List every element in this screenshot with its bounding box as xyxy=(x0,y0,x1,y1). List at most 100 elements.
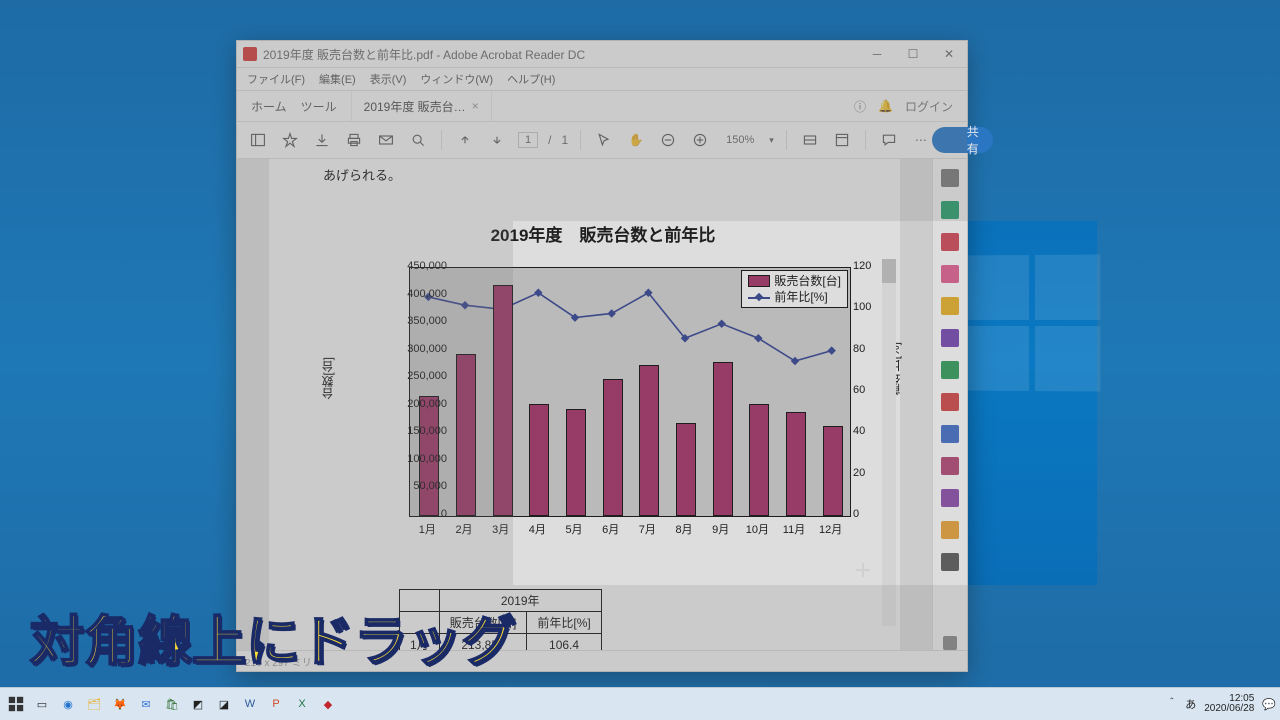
zoom-out-icon[interactable] xyxy=(657,129,679,151)
ytick-left: 50,000 xyxy=(391,480,447,492)
ytick-left: 250,000 xyxy=(391,370,447,382)
bar xyxy=(786,412,806,516)
acrobat-taskbar-icon[interactable]: ◆ xyxy=(316,692,340,716)
share-icon: 👤 xyxy=(946,133,961,147)
powerpoint-icon[interactable]: P xyxy=(264,692,288,716)
rail-redact-icon[interactable] xyxy=(941,393,959,411)
menu-window[interactable]: ウィンドウ(W) xyxy=(420,71,493,87)
mail-icon[interactable]: ✉ xyxy=(134,692,158,716)
login-link[interactable]: ログイン xyxy=(905,98,953,115)
windows-taskbar[interactable]: ▭ ◉ 🗂 🦊 ✉ 🛍 ◩ ◪ W P X ◆ ＾ あ 12:05 2020/0… xyxy=(0,687,1280,720)
bell-icon[interactable]: 🔔 xyxy=(878,99,893,113)
bar xyxy=(676,423,696,516)
menu-help[interactable]: ヘルプ(H) xyxy=(507,71,555,87)
store-icon[interactable]: 🛍 xyxy=(160,692,184,716)
rail-compress-icon[interactable] xyxy=(941,457,959,475)
page-total: 1 xyxy=(561,133,568,147)
page-down-icon[interactable] xyxy=(486,129,508,151)
more-icon[interactable]: ⋯ xyxy=(910,129,932,151)
zoom-in-icon[interactable] xyxy=(689,129,711,151)
read-mode-icon[interactable] xyxy=(831,129,853,151)
taskbar-clock[interactable]: 12:05 2020/06/28 xyxy=(1204,694,1254,715)
bar xyxy=(456,354,476,516)
tab-tools[interactable]: ツール xyxy=(301,98,337,115)
xtick: 11月 xyxy=(779,521,809,537)
bar xyxy=(493,285,513,516)
xtick: 3月 xyxy=(486,521,516,537)
tray-ime-icon[interactable]: あ xyxy=(1185,696,1196,712)
y-axis-left-label: 台数[台] xyxy=(319,357,336,400)
acrobat-window: 2019年度 販売台数と前年比.pdf - Adobe Acrobat Read… xyxy=(236,40,968,672)
excel-icon[interactable]: X xyxy=(290,692,314,716)
rail-create-pdf-icon[interactable] xyxy=(941,233,959,251)
action-center-icon[interactable]: 💬 xyxy=(1262,698,1276,711)
start-button[interactable] xyxy=(4,692,28,716)
chart-title: 2019年度 販売台数と前年比 xyxy=(313,221,893,246)
snapshot-selection[interactable]: 2019年度 販売台数と前年比 台数[台] 前年比[%] 販売台数[台] 前年比… xyxy=(313,207,893,567)
mail-icon[interactable] xyxy=(375,129,397,151)
pin-icon-2[interactable]: ◪ xyxy=(212,692,236,716)
xtick: 2月 xyxy=(449,521,479,537)
explorer-icon[interactable]: 🗂 xyxy=(82,692,106,716)
fit-width-icon[interactable] xyxy=(799,129,821,151)
document-tab-close-icon[interactable]: × xyxy=(472,99,479,113)
bar xyxy=(566,409,586,516)
xtick: 7月 xyxy=(632,521,662,537)
page-up-icon[interactable] xyxy=(454,129,476,151)
sidebar-toggle-icon[interactable] xyxy=(247,129,269,151)
rail-organize-icon[interactable] xyxy=(941,361,959,379)
rail-search-icon[interactable] xyxy=(941,169,959,187)
rail-fill-sign-icon[interactable] xyxy=(941,489,959,507)
zoom-dropdown-icon[interactable]: ▾ xyxy=(769,135,774,146)
page-viewport[interactable]: あげられる。 2019年度 販売台数と前年比 台数[台] 前年比[%] 販売台数… xyxy=(237,159,932,650)
hand-tool-icon[interactable]: ✋ xyxy=(625,129,647,151)
menu-view[interactable]: 表示(V) xyxy=(370,71,407,87)
taskview-icon[interactable]: ▭ xyxy=(30,692,54,716)
page-current[interactable]: 1 xyxy=(518,132,538,148)
star-icon[interactable] xyxy=(279,129,301,151)
zoom-value[interactable]: 150% xyxy=(721,131,759,149)
bar xyxy=(823,426,843,516)
rail-combine-icon[interactable] xyxy=(941,329,959,347)
ytick-left: 350,000 xyxy=(391,315,447,327)
maximize-button[interactable]: ☐ xyxy=(895,41,931,67)
menu-edit[interactable]: 編集(E) xyxy=(319,71,356,87)
rail-comment-icon[interactable] xyxy=(941,297,959,315)
comment-icon[interactable] xyxy=(878,129,900,151)
rail-export-pdf-icon[interactable] xyxy=(941,201,959,219)
tutorial-caption: 対角線上にドラッグ xyxy=(30,597,516,676)
search-icon[interactable] xyxy=(407,129,429,151)
firefox-icon[interactable]: 🦊 xyxy=(108,692,132,716)
bar xyxy=(529,404,549,516)
minimize-button[interactable]: ─ xyxy=(859,41,895,67)
edge-icon[interactable]: ◉ xyxy=(56,692,80,716)
tab-home[interactable]: ホーム xyxy=(251,98,287,115)
rail-collapse-icon[interactable] xyxy=(943,636,957,650)
ytick-right: 60 xyxy=(853,384,865,396)
xtick: 5月 xyxy=(559,521,589,537)
clock-date: 2020/06/28 xyxy=(1204,704,1254,715)
menu-file[interactable]: ファイル(F) xyxy=(247,71,305,87)
tray-chevron-icon[interactable]: ＾ xyxy=(1166,696,1177,712)
help-icon[interactable]: ⓘ xyxy=(854,98,866,115)
share-button[interactable]: 👤 共有 xyxy=(932,127,993,153)
rail-protect-icon[interactable] xyxy=(941,425,959,443)
save-icon[interactable] xyxy=(311,129,333,151)
page-sep: / xyxy=(548,133,551,147)
ytick-right: 80 xyxy=(853,343,865,355)
ytick-left: 200,000 xyxy=(391,398,447,410)
select-tool-icon[interactable] xyxy=(593,129,615,151)
pin-icon-1[interactable]: ◩ xyxy=(186,692,210,716)
ytick-left: 400,000 xyxy=(391,288,447,300)
ytick-right: 100 xyxy=(853,301,871,313)
document-tab[interactable]: 2019年度 販売台… × xyxy=(352,91,492,121)
ytick-left: 450,000 xyxy=(391,260,447,272)
rail-edit-pdf-icon[interactable] xyxy=(941,265,959,283)
word-icon[interactable]: W xyxy=(238,692,262,716)
vertical-scrollbar[interactable] xyxy=(882,259,896,626)
rail-send-icon[interactable] xyxy=(941,521,959,539)
close-button[interactable]: ✕ xyxy=(931,41,967,67)
ytick-left: 300,000 xyxy=(391,343,447,355)
print-icon[interactable] xyxy=(343,129,365,151)
rail-more-tools-icon[interactable] xyxy=(941,553,959,571)
